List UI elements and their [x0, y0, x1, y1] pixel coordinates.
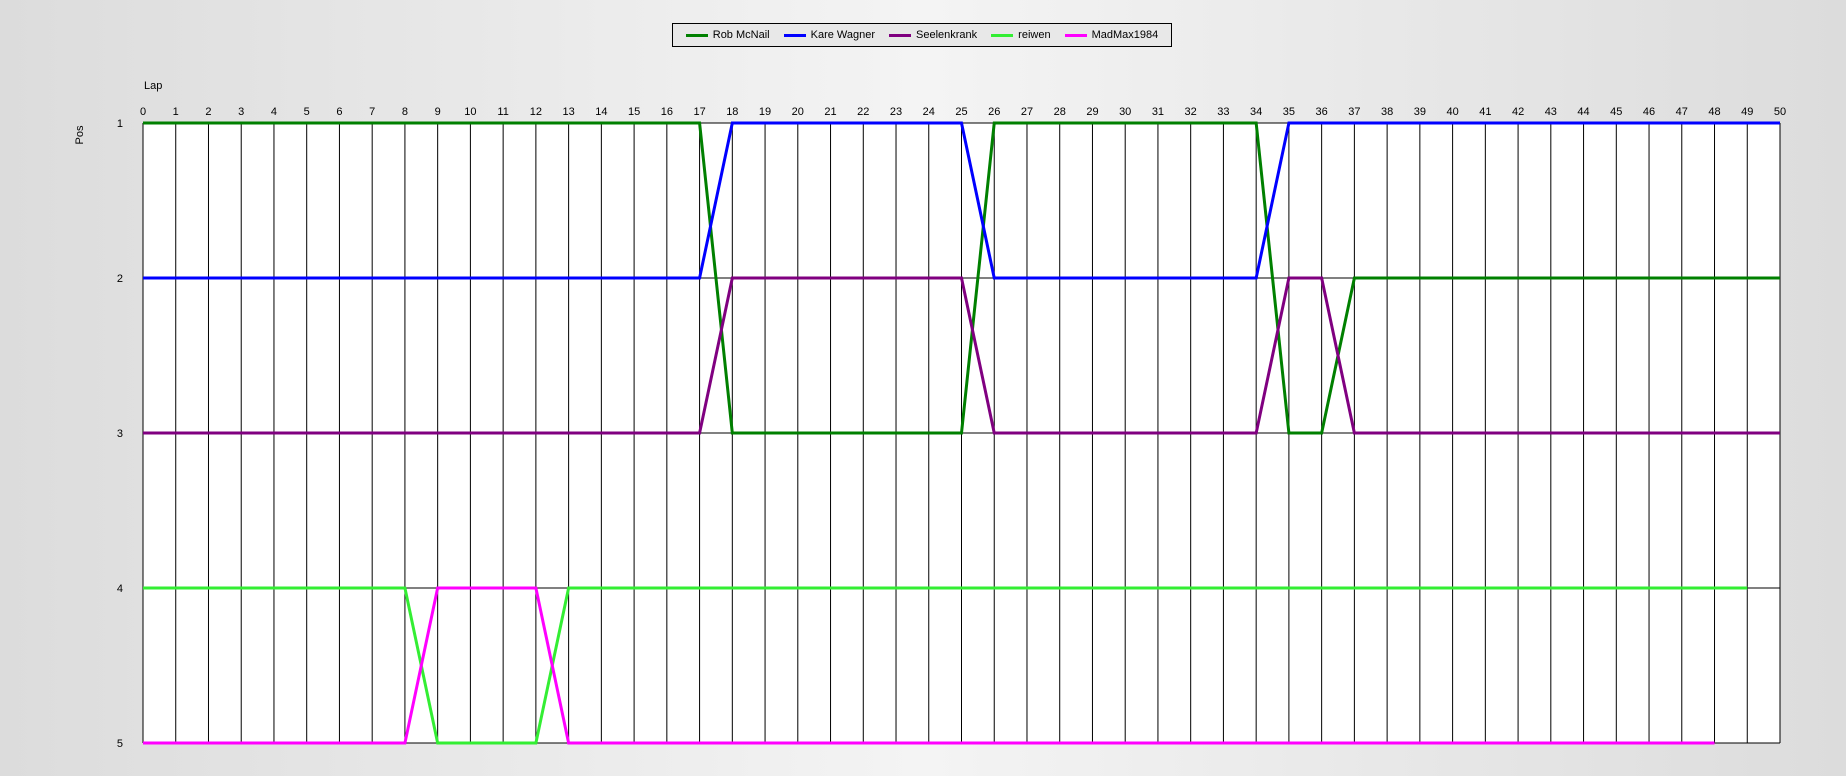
x-tick-label: 12: [530, 106, 542, 118]
x-tick-label: 47: [1676, 106, 1688, 118]
legend-item: Kare Wagner: [783, 29, 876, 41]
x-tick-label: 43: [1545, 106, 1557, 118]
x-tick-label: 27: [1021, 106, 1033, 118]
legend-label: MadMax1984: [1091, 29, 1159, 41]
legend-label: reiwen: [1018, 29, 1051, 41]
legend-swatch: [685, 33, 708, 37]
x-tick-label: 21: [824, 106, 836, 118]
x-tick-label: 24: [923, 106, 935, 118]
y-tick-label: 4: [117, 583, 123, 595]
y-tick-labels: 1 2 3 4 5: [117, 118, 123, 750]
x-tick-label: 1: [173, 106, 179, 118]
x-tick-label: 25: [955, 106, 967, 118]
x-tick-label: 11: [497, 106, 508, 118]
legend-item: Rob McNail: [685, 29, 770, 41]
x-tick-label: 20: [792, 106, 804, 118]
x-tick-label: 10: [464, 106, 476, 118]
x-tick-label: 9: [435, 106, 441, 118]
legend-swatch: [991, 33, 1014, 37]
x-tick-label: 15: [628, 106, 640, 118]
y-tick-label: 3: [117, 428, 123, 440]
legend-item: MadMax1984: [1064, 29, 1159, 41]
x-tick-label: 37: [1348, 106, 1360, 118]
x-tick-label: 17: [693, 106, 705, 118]
y-tick-label: 1: [117, 118, 123, 130]
x-tick-label: 0: [140, 106, 146, 118]
x-tick-label: 46: [1643, 106, 1655, 118]
x-tick-label: 4: [271, 106, 277, 118]
x-tick-label: 30: [1119, 106, 1131, 118]
legend-item: Seelenkrank: [889, 29, 977, 41]
x-tick-label: 38: [1381, 106, 1393, 118]
x-tick-label: 50: [1774, 106, 1786, 118]
x-tick-label: 22: [857, 106, 869, 118]
x-tick-label: 35: [1283, 106, 1295, 118]
x-tick-label: 13: [562, 106, 574, 118]
x-tick-label: 44: [1577, 106, 1589, 118]
y-tick-label: 2: [117, 273, 123, 285]
x-tick-label: 7: [369, 106, 375, 118]
legend-swatch: [783, 33, 806, 37]
x-tick-label: 18: [726, 106, 738, 118]
x-tick-label: 34: [1250, 106, 1262, 118]
legend-swatch: [889, 33, 912, 37]
x-tick-label: 48: [1708, 106, 1720, 118]
x-tick-label: 16: [661, 106, 673, 118]
x-tick-label: 33: [1217, 106, 1229, 118]
y-axis-title: Pos: [74, 125, 86, 144]
legend-label: Seelenkrank: [916, 29, 978, 41]
chart-legend: Rob McNail Kare Wagner Seelenkrank reiwen Ma…: [672, 23, 1172, 47]
x-tick-label: 31: [1152, 106, 1164, 118]
x-tick-label: 32: [1185, 106, 1197, 118]
position-chart: 0 1 2 3 4 5 6 7 8 9 10 11 12 13 14 15 16 17 18 19 20 21 22 23 24…: [74, 80, 1786, 750]
y-tick-label: 5: [117, 738, 123, 750]
x-tick-label: 6: [336, 106, 342, 118]
x-tick-label: 2: [205, 106, 211, 118]
x-tick-label: 19: [759, 106, 771, 118]
x-tick-label: 5: [304, 106, 310, 118]
x-tick-label: 41: [1479, 106, 1491, 118]
legend-swatch: [1064, 33, 1087, 37]
x-tick-label: 40: [1446, 106, 1458, 118]
x-axis-title: Lap: [144, 80, 162, 92]
x-tick-label: 45: [1610, 106, 1622, 118]
x-tick-label: 8: [402, 106, 408, 118]
x-tick-label: 36: [1316, 106, 1328, 118]
x-tick-label: 49: [1741, 106, 1753, 118]
legend-item: reiwen: [991, 29, 1051, 41]
x-tick-label: 26: [988, 106, 1000, 118]
x-tick-label: 29: [1086, 106, 1098, 118]
x-tick-label: 42: [1512, 106, 1524, 118]
legend-label: Kare Wagner: [810, 29, 876, 41]
x-tick-label: 14: [595, 106, 607, 118]
x-tick-label: 28: [1054, 106, 1066, 118]
x-tick-label: 3: [238, 106, 244, 118]
x-tick-label: 23: [890, 106, 902, 118]
x-tick-label: 39: [1414, 106, 1426, 118]
legend-label: Rob McNail: [712, 29, 770, 41]
x-tick-labels: 0 1 2 3 4 5 6 7 8 9 10 11 12 13 14 15 16 17 18 19 20 21 22 23 24…: [140, 106, 1786, 118]
